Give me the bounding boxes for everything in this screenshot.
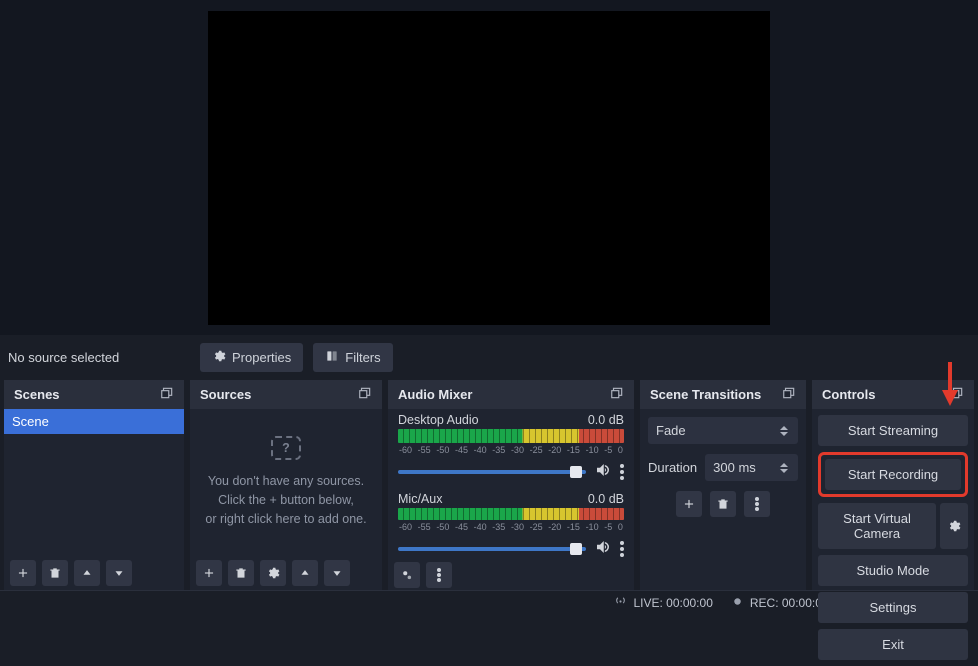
dock-icon[interactable] <box>358 386 372 403</box>
audio-meter <box>398 508 624 520</box>
scene-up-button[interactable] <box>74 560 100 586</box>
meter-ticks: -60-55-50-45-40-35-30-25-20-15-10-50 <box>398 522 624 532</box>
controls-title: Controls <box>822 387 875 402</box>
empty-line: or right click here to add one. <box>205 510 366 529</box>
delete-scene-button[interactable] <box>42 560 68 586</box>
delete-transition-button[interactable] <box>710 491 736 517</box>
transitions-title: Scene Transitions <box>650 387 761 402</box>
track-level: 0.0 dB <box>588 492 624 506</box>
track-name: Desktop Audio <box>398 413 479 427</box>
broadcast-icon <box>614 595 627 611</box>
mixer-title: Audio Mixer <box>398 387 472 402</box>
preview-canvas[interactable] <box>208 11 770 325</box>
transition-select[interactable]: Fade <box>648 417 798 444</box>
scene-item[interactable]: Scene <box>4 409 184 434</box>
speaker-icon[interactable] <box>594 538 612 559</box>
add-source-button[interactable] <box>196 560 222 586</box>
dock-icon[interactable] <box>160 386 174 403</box>
preview-area <box>0 0 978 335</box>
volume-slider[interactable] <box>398 547 586 551</box>
spinner-icon <box>780 463 790 473</box>
transitions-header[interactable]: Scene Transitions <box>640 380 806 409</box>
speaker-icon[interactable] <box>594 461 612 482</box>
start-recording-button[interactable]: Start Recording <box>825 459 961 490</box>
audio-mixer-panel: Audio Mixer Desktop Audio 0.0 dB -60-55-… <box>388 380 634 590</box>
scenes-title: Scenes <box>14 387 60 402</box>
volume-slider[interactable] <box>398 470 586 474</box>
spinner-icon <box>780 426 790 436</box>
duration-value: 300 ms <box>713 460 756 475</box>
exit-button[interactable]: Exit <box>818 629 968 660</box>
source-up-button[interactable] <box>292 560 318 586</box>
sources-footer <box>190 556 382 590</box>
track-menu-button[interactable] <box>620 541 624 557</box>
source-settings-button[interactable] <box>260 560 286 586</box>
scenes-header[interactable]: Scenes <box>4 380 184 409</box>
sources-list[interactable]: ? You don't have any sources. Click the … <box>190 409 382 556</box>
mixer-body: Desktop Audio 0.0 dB -60-55-50-45-40-35-… <box>388 409 634 559</box>
transition-value: Fade <box>656 423 686 438</box>
dock-icon[interactable] <box>610 386 624 403</box>
audio-meter <box>398 429 624 443</box>
transition-menu-button[interactable] <box>744 491 770 517</box>
no-source-label: No source selected <box>8 350 190 365</box>
sources-title: Sources <box>200 387 251 402</box>
controls-panel: Controls Start Streaming Start Recording… <box>812 380 974 590</box>
transitions-body: Fade Duration 300 ms <box>640 409 806 525</box>
transitions-panel: Scene Transitions Fade Duration 300 ms <box>640 380 806 590</box>
duration-label: Duration <box>648 460 697 475</box>
mixer-track-mic-aux: Mic/Aux 0.0 dB -60-55-50-45-40-35-30-25-… <box>388 488 634 559</box>
sources-empty-state: ? You don't have any sources. Click the … <box>190 409 382 556</box>
studio-mode-button[interactable]: Studio Mode <box>818 555 968 586</box>
controls-header[interactable]: Controls <box>812 380 974 409</box>
question-icon: ? <box>271 436 301 460</box>
duration-input[interactable]: 300 ms <box>705 454 798 481</box>
status-live: LIVE: 00:00:00 <box>614 595 712 611</box>
track-level: 0.0 dB <box>588 413 624 427</box>
filters-button[interactable]: Filters <box>313 343 392 372</box>
filters-icon <box>325 349 339 366</box>
mixer-track-desktop-audio: Desktop Audio 0.0 dB -60-55-50-45-40-35-… <box>388 409 634 482</box>
properties-button[interactable]: Properties <box>200 343 303 372</box>
scene-down-button[interactable] <box>106 560 132 586</box>
settings-button[interactable]: Settings <box>818 592 968 623</box>
scenes-footer <box>4 556 184 590</box>
add-scene-button[interactable] <box>10 560 36 586</box>
dock-icon[interactable] <box>950 386 964 403</box>
mixer-advanced-button[interactable] <box>394 562 420 588</box>
gear-icon <box>212 349 226 366</box>
mixer-footer <box>388 559 634 590</box>
controls-body: Start Streaming Start Recording Start Vi… <box>812 409 974 666</box>
record-icon <box>731 595 744 611</box>
dock-icon[interactable] <box>782 386 796 403</box>
sources-header[interactable]: Sources <box>190 380 382 409</box>
properties-label: Properties <box>232 350 291 365</box>
highlight-annotation: Start Recording <box>818 452 968 497</box>
meter-ticks: -60-55-50-45-40-35-30-25-20-15-10-50 <box>398 445 624 455</box>
start-streaming-button[interactable]: Start Streaming <box>818 415 968 446</box>
empty-line: Click the + button below, <box>218 491 354 510</box>
sources-panel: Sources ? You don't have any sources. Cl… <box>190 380 382 590</box>
mixer-header[interactable]: Audio Mixer <box>388 380 634 409</box>
track-menu-button[interactable] <box>620 464 624 480</box>
delete-source-button[interactable] <box>228 560 254 586</box>
start-virtual-camera-button[interactable]: Start Virtual Camera <box>818 503 936 549</box>
source-down-button[interactable] <box>324 560 350 586</box>
track-name: Mic/Aux <box>398 492 442 506</box>
filters-label: Filters <box>345 350 380 365</box>
scenes-list[interactable]: Scene <box>4 409 184 556</box>
source-toolbar: No source selected Properties Filters <box>0 335 978 380</box>
mixer-menu-button[interactable] <box>426 562 452 588</box>
empty-line: You don't have any sources. <box>208 472 364 491</box>
scenes-panel: Scenes Scene <box>4 380 184 590</box>
dock-panels: Scenes Scene Sources ? You don't have an… <box>0 380 978 590</box>
virtual-camera-settings-button[interactable] <box>940 503 968 549</box>
add-transition-button[interactable] <box>676 491 702 517</box>
